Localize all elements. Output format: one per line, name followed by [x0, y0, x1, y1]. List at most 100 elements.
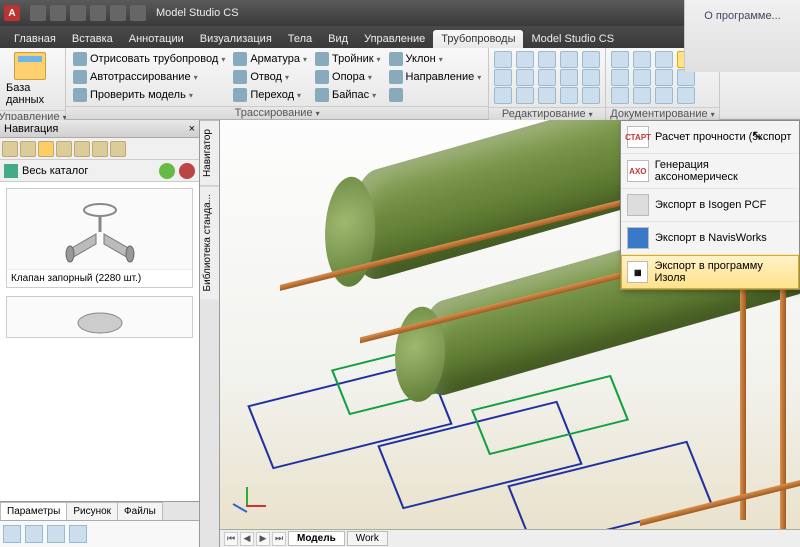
tab-modelstudio[interactable]: Model Studio CS	[523, 30, 622, 48]
nav-tb-4[interactable]	[56, 141, 72, 157]
doc-icon-1[interactable]	[611, 51, 629, 68]
menu-axonometric[interactable]: AXO Генерация аксономерическ	[621, 154, 799, 189]
edit-icon-1[interactable]	[494, 51, 512, 68]
elbow-button[interactable]: Отвод	[230, 68, 310, 86]
edit-icon-14[interactable]	[582, 69, 600, 86]
app-icon: A	[4, 5, 20, 21]
qat-redo-icon[interactable]	[110, 5, 126, 21]
nav-tb-6[interactable]	[92, 141, 108, 157]
qat-open-icon[interactable]	[50, 5, 66, 21]
tee-button[interactable]: Тройник	[312, 50, 384, 68]
doc-icon-7[interactable]	[655, 51, 673, 68]
check-model-button[interactable]: Проверить модель	[70, 86, 228, 104]
isogen-icon	[627, 194, 649, 216]
tab-manage[interactable]: Управление	[356, 30, 433, 48]
tab-drawing[interactable]: Рисунок	[66, 502, 118, 520]
draw-pipeline-button[interactable]: Отрисовать трубопровод	[70, 50, 228, 68]
reducer-button[interactable]: Переход	[230, 86, 310, 104]
tab-nav-first[interactable]: ⏮	[224, 532, 238, 546]
slope-button[interactable]: Уклон	[386, 50, 485, 68]
edit-icon-12[interactable]	[560, 87, 578, 104]
tab-nav-next[interactable]: ▶	[256, 532, 270, 546]
support-button[interactable]: Опора	[312, 68, 384, 86]
tab-pipelines[interactable]: Трубопроводы	[433, 30, 523, 48]
doc-icon-4[interactable]	[633, 51, 651, 68]
catalog-item[interactable]	[6, 296, 193, 338]
doc-icon-8[interactable]	[655, 69, 673, 86]
edit-icon-13[interactable]	[582, 51, 600, 68]
parameters-panel: Параметры Рисунок Файлы	[0, 501, 199, 547]
catalog-item[interactable]: Клапан запорный (2280 шт.)	[6, 188, 193, 288]
fittings-button[interactable]: Арматура	[230, 50, 310, 68]
tab-annotations[interactable]: Аннотации	[121, 30, 192, 48]
nav-tb-7[interactable]	[110, 141, 126, 157]
nav-tb-1[interactable]	[2, 141, 18, 157]
param-btn-1[interactable]	[3, 525, 21, 543]
nav-tb-5[interactable]	[74, 141, 90, 157]
tab-visualization[interactable]: Визуализация	[192, 30, 280, 48]
qat-save-icon[interactable]	[70, 5, 86, 21]
doc-icon-6[interactable]	[633, 87, 651, 104]
edit-icon-11[interactable]	[560, 69, 578, 86]
tab-home[interactable]: Главная	[6, 30, 64, 48]
doc-icon-12[interactable]	[677, 87, 695, 104]
catalog-remove-icon[interactable]	[179, 163, 195, 179]
menu-label: Экспорт в NavisWorks	[655, 232, 767, 244]
auto-trace-icon	[73, 70, 87, 84]
param-btn-2[interactable]	[25, 525, 43, 543]
doc-icon-3[interactable]	[611, 87, 629, 104]
tab-nav-prev[interactable]: ◀	[240, 532, 254, 546]
about-button[interactable]: О программе...	[684, 0, 800, 72]
auto-trace-button[interactable]: Автотрассирование	[70, 68, 228, 86]
vtab-library[interactable]: Библиотека станда...	[200, 185, 219, 299]
catalog-label[interactable]: Весь каталог	[22, 165, 88, 177]
menu-isogen-pcf[interactable]: Экспорт в Isogen PCF	[621, 189, 799, 222]
edit-icon-9[interactable]	[538, 87, 556, 104]
tab-parameters[interactable]: Параметры	[0, 502, 67, 520]
valve-thumbnail-icon	[50, 194, 150, 264]
support-icon	[315, 70, 329, 84]
direction-button[interactable]: Направление	[386, 68, 485, 86]
menu-navisworks[interactable]: Экспорт в NavisWorks	[621, 222, 799, 255]
nav-close-icon[interactable]: ×	[189, 123, 195, 135]
qat-print-icon[interactable]	[130, 5, 146, 21]
catalog-icon	[4, 164, 18, 178]
model-tab[interactable]: Модель	[288, 531, 345, 546]
edit-icon-15[interactable]	[582, 87, 600, 104]
doc-icon-5[interactable]	[633, 69, 651, 86]
edit-icon-4[interactable]	[516, 51, 534, 68]
ribbon-tabs: Главная Вставка Аннотации Визуализация Т…	[0, 26, 800, 48]
vtab-navigator[interactable]: Навигатор	[200, 120, 219, 185]
edit-icon-5[interactable]	[516, 69, 534, 86]
edit-icon-2[interactable]	[494, 69, 512, 86]
param-btn-3[interactable]	[47, 525, 65, 543]
navisworks-icon	[627, 227, 649, 249]
database-button[interactable]: База данных	[4, 50, 56, 108]
quick-access-toolbar	[30, 5, 146, 21]
edit-icon-7[interactable]	[538, 51, 556, 68]
doc-icon-9[interactable]	[655, 87, 673, 104]
tab-nav-last[interactable]: ⏭	[272, 532, 286, 546]
trace-extra-button[interactable]	[386, 86, 485, 104]
model-tabs: ⏮ ◀ ▶ ⏭ Модель Work	[220, 529, 800, 547]
tab-insert[interactable]: Вставка	[64, 30, 121, 48]
nav-tb-3[interactable]	[38, 141, 54, 157]
work-tab[interactable]: Work	[347, 531, 388, 546]
menu-strength-calc[interactable]: СТАРТ Расчет прочности (экспорт	[621, 121, 799, 154]
group-trace-label: Трассирование	[235, 107, 313, 119]
menu-export-isolation[interactable]: ▦ Экспорт в программу Изоля ↖	[621, 255, 799, 289]
edit-icon-10[interactable]	[560, 51, 578, 68]
edit-icon-8[interactable]	[538, 69, 556, 86]
qat-new-icon[interactable]	[30, 5, 46, 21]
qat-undo-icon[interactable]	[90, 5, 106, 21]
tab-view[interactable]: Вид	[320, 30, 356, 48]
nav-tb-2[interactable]	[20, 141, 36, 157]
edit-icon-3[interactable]	[494, 87, 512, 104]
doc-icon-2[interactable]	[611, 69, 629, 86]
bypass-button[interactable]: Байпас	[312, 86, 384, 104]
tab-solids[interactable]: Тела	[280, 30, 320, 48]
tab-files[interactable]: Файлы	[117, 502, 163, 520]
param-btn-4[interactable]	[69, 525, 87, 543]
edit-icon-6[interactable]	[516, 87, 534, 104]
catalog-add-icon[interactable]	[159, 163, 175, 179]
